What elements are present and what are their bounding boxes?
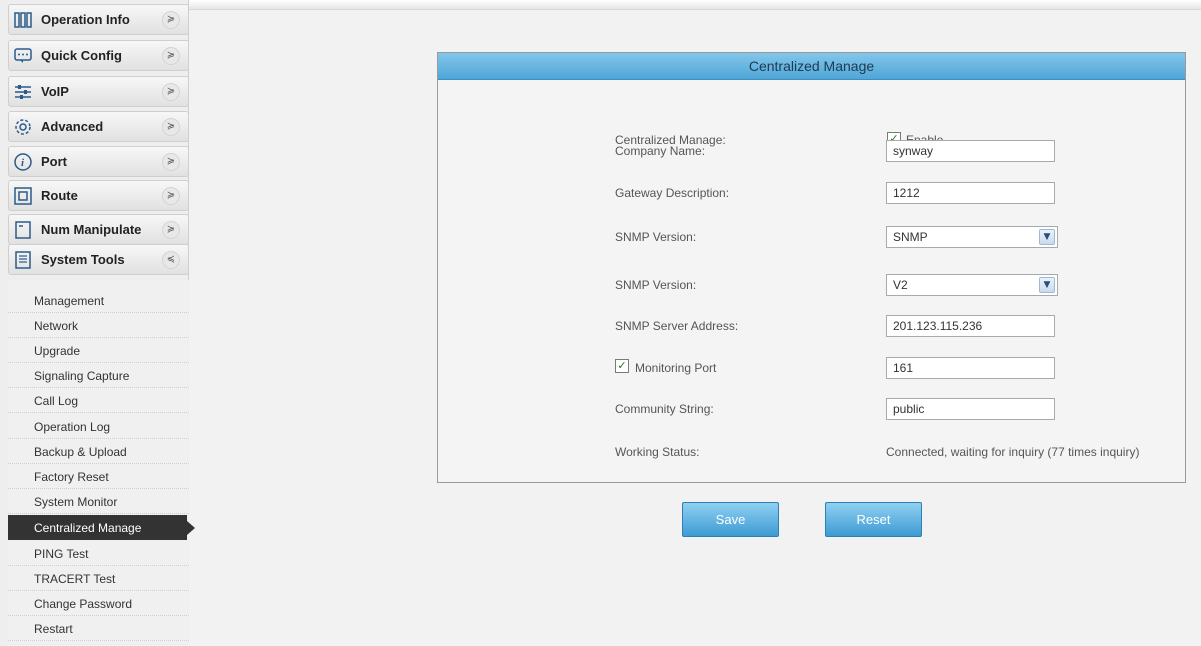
chevron-down-icon[interactable]: ▼ xyxy=(1039,277,1055,293)
monitoring-port-checkbox[interactable]: ✓ xyxy=(615,359,629,373)
submenu-backup-upload[interactable]: Backup & Upload xyxy=(8,439,189,464)
chevron-up-icon[interactable]: ≼ xyxy=(162,250,180,269)
chevron-down-icon[interactable]: ≽ xyxy=(162,46,180,65)
chevron-down-icon[interactable]: ≽ xyxy=(162,186,180,205)
snmp-version-select[interactable]: SNMP ▼ xyxy=(886,226,1058,248)
snmp-version-label: SNMP Version: xyxy=(615,230,697,244)
gateway-description-field[interactable]: 1212 xyxy=(886,182,1055,204)
submenu-factory-reset[interactable]: Factory Reset xyxy=(8,464,189,489)
submenu-ping-test[interactable]: PING Test xyxy=(8,541,189,566)
chevron-down-icon[interactable]: ≽ xyxy=(162,220,180,239)
chevron-down-icon[interactable]: ≽ xyxy=(162,82,180,101)
company-name-field[interactable]: synway xyxy=(886,140,1055,162)
port-info-icon: i xyxy=(13,152,33,172)
nav-advanced[interactable]: Advanced ≽ xyxy=(8,111,189,142)
snmp-server-address-label: SNMP Server Address: xyxy=(615,319,739,333)
submenu-change-password[interactable]: Change Password xyxy=(8,591,189,616)
nav-label: Advanced xyxy=(41,119,104,134)
submenu-operation-log[interactable]: Operation Log xyxy=(8,414,189,439)
community-string-label: Community String: xyxy=(615,402,714,416)
reset-button[interactable]: Reset xyxy=(825,502,922,537)
chevron-down-icon[interactable]: ≽ xyxy=(162,117,180,136)
submenu-label: Centralized Manage xyxy=(34,521,142,535)
monitoring-port-field[interactable]: 161 xyxy=(886,357,1055,379)
snmp-version-select-2[interactable]: V2 ▼ xyxy=(886,274,1058,296)
nav-operation-info[interactable]: Operation Info ≽ xyxy=(8,4,189,35)
submenu-signaling-capture[interactable]: Signaling Capture xyxy=(8,363,189,388)
nav-quick-config[interactable]: Quick Config ≽ xyxy=(8,40,189,71)
chevron-down-icon[interactable]: ≽ xyxy=(162,152,180,171)
community-string-field[interactable]: public xyxy=(886,398,1055,420)
snmp-version-label-2: SNMP Version: xyxy=(615,278,697,292)
submenu-network[interactable]: Network xyxy=(8,313,189,338)
advanced-gear-icon xyxy=(13,117,33,137)
snmp-server-address-field[interactable]: 201.123.115.236 xyxy=(886,315,1055,337)
nav-voip[interactable]: VoIP ≽ xyxy=(8,76,189,107)
panel-title: Centralized Manage xyxy=(438,53,1185,80)
system-tools-submenu: Management Network Upgrade Signaling Cap… xyxy=(8,280,195,646)
operation-info-icon xyxy=(13,10,33,30)
gateway-description-label: Gateway Description: xyxy=(615,186,730,200)
submenu-tracert-test[interactable]: TRACERT Test xyxy=(8,566,189,591)
nav-label: Route xyxy=(41,188,78,203)
nav-label: System Tools xyxy=(41,252,125,267)
voip-icon xyxy=(13,82,33,102)
top-bar xyxy=(189,0,1201,10)
submenu-management[interactable]: Management xyxy=(8,288,189,313)
route-icon xyxy=(13,186,33,206)
num-manipulate-icon xyxy=(13,220,33,240)
nav-label: Port xyxy=(41,154,67,169)
nav-system-tools[interactable]: System Tools ≼ xyxy=(8,244,189,275)
sidebar: Operation Info ≽ Quick Config ≽ VoIP ≽ A… xyxy=(0,0,195,646)
select-value: V2 xyxy=(893,278,908,292)
nav-label: VoIP xyxy=(41,84,69,99)
save-button[interactable]: Save xyxy=(682,502,779,537)
nav-label: Operation Info xyxy=(41,12,130,27)
submenu-call-log[interactable]: Call Log xyxy=(8,388,189,413)
nav-num-manipulate[interactable]: Num Manipulate ≽ xyxy=(8,214,189,245)
nav-route[interactable]: Route ≽ xyxy=(8,180,189,211)
nav-port[interactable]: i Port ≽ xyxy=(8,146,189,177)
submenu-centralized-manage[interactable]: Centralized Manage xyxy=(8,515,195,540)
centralized-manage-panel: Centralized Manage Centralized Manage: ✓… xyxy=(437,52,1186,483)
chevron-down-icon[interactable]: ▼ xyxy=(1039,229,1055,245)
submenu-restart[interactable]: Restart xyxy=(8,616,189,641)
submenu-system-monitor[interactable]: System Monitor xyxy=(8,489,189,514)
svg-text:i: i xyxy=(21,157,25,169)
active-arrow-icon xyxy=(187,521,195,535)
company-name-label: Company Name: xyxy=(615,144,706,158)
working-status-label: Working Status: xyxy=(615,445,700,459)
select-value: SNMP xyxy=(893,230,928,244)
chevron-down-icon[interactable]: ≽ xyxy=(162,10,180,29)
system-tools-icon xyxy=(13,250,33,270)
nav-label: Num Manipulate xyxy=(41,222,142,237)
monitoring-port-label: Monitoring Port xyxy=(635,361,717,375)
nav-label: Quick Config xyxy=(41,48,122,63)
submenu-upgrade[interactable]: Upgrade xyxy=(8,338,189,363)
quick-config-icon xyxy=(13,46,33,66)
working-status-value: Connected, waiting for inquiry (77 times… xyxy=(886,445,1140,459)
